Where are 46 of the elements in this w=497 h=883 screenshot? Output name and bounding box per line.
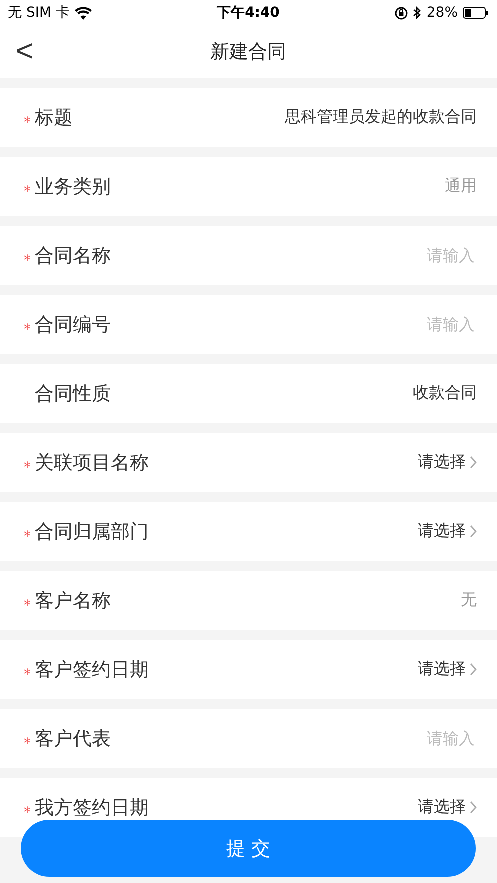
input-field[interactable]: 请输入 [353, 728, 477, 749]
required-mark: * [24, 598, 31, 614]
chevron-icon [470, 801, 477, 814]
field-label: 关联项目名称 [35, 450, 149, 476]
required-mark: * [24, 528, 31, 544]
select-field[interactable]: 请选择 [418, 659, 477, 680]
required-mark: * [24, 666, 31, 682]
select-field[interactable]: 请选择 [418, 521, 477, 542]
field-label: 合同归属部门 [35, 520, 149, 544]
required-mark: * [24, 114, 31, 130]
select-field[interactable]: 请选择 [418, 452, 477, 473]
field-value: 通用 [445, 176, 477, 197]
chevron-icon [470, 525, 477, 538]
field-value: 无 [461, 590, 477, 611]
clock-text: 下午4:40 [217, 4, 280, 22]
back-button[interactable]: < [12, 38, 38, 66]
field-label: 业务类别 [35, 174, 111, 200]
field-label: 客户代表 [35, 726, 111, 752]
field-label: 合同名称 [35, 244, 111, 268]
required-mark: * [24, 252, 31, 268]
battery-text: 28% [426, 5, 458, 21]
field-label: 客户名称 [35, 588, 111, 614]
required-mark: * [24, 460, 31, 476]
required-mark: * [24, 736, 31, 752]
select-field[interactable]: 请选择 [418, 797, 477, 818]
field-label: 合同性质 [35, 382, 111, 406]
chevron-icon [470, 663, 477, 676]
input-field[interactable]: 请输入 [353, 314, 477, 335]
carrier-text: 无 SIM 卡 [8, 4, 70, 22]
required-mark: * [24, 322, 31, 338]
field-label: 客户签约日期 [35, 658, 149, 682]
field-label: 标题 [35, 106, 73, 130]
input-field[interactable]: 请输入 [353, 245, 477, 266]
field-label: 合同编号 [35, 312, 111, 338]
submit-button[interactable]: 提 交 [21, 820, 476, 877]
bluetooth-icon [412, 6, 422, 20]
field-value: 收款合同 [413, 383, 477, 404]
rotation-lock-icon [394, 6, 408, 20]
battery-icon [463, 7, 490, 19]
required-mark: * [24, 184, 31, 200]
required-mark: * [24, 804, 31, 820]
field-label: 我方签约日期 [35, 796, 149, 820]
wifi-icon [75, 6, 92, 20]
page-title: 新建合同 [210, 40, 286, 65]
chevron-icon [470, 456, 477, 469]
field-value: 思科管理员发起的收款合同 [285, 107, 477, 128]
